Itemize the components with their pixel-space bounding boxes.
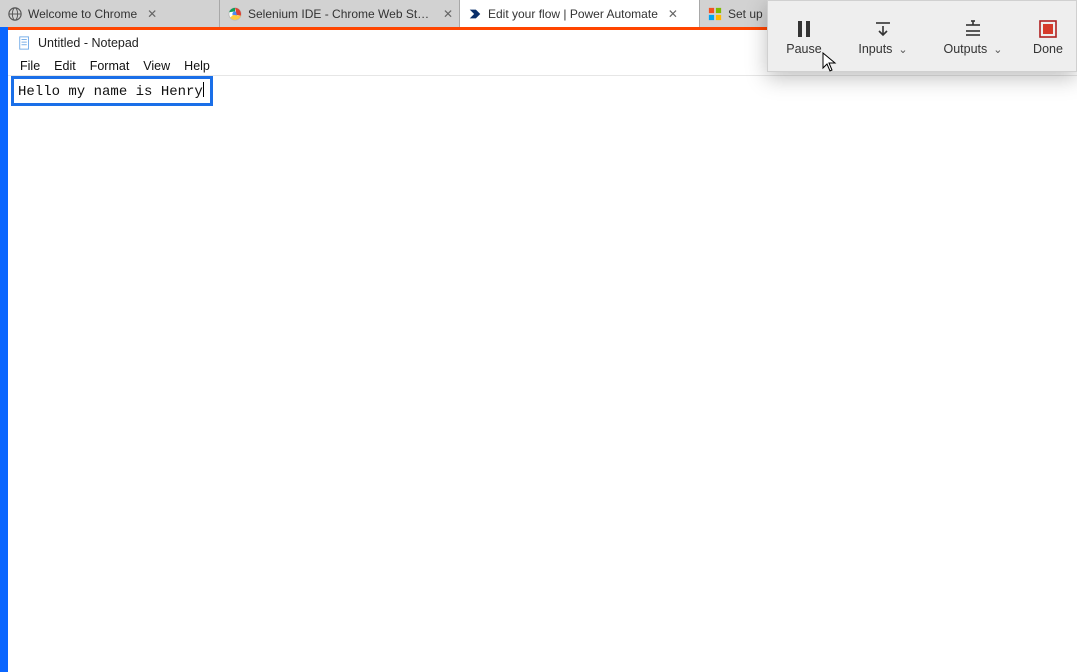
menu-edit[interactable]: Edit <box>48 59 82 73</box>
inputs-icon <box>872 16 894 42</box>
desktop-background-sliver <box>0 27 8 672</box>
chevron-down-icon[interactable]: ⌄ <box>993 43 1002 56</box>
close-icon[interactable]: ✕ <box>668 8 678 20</box>
chrome-icon <box>228 7 242 21</box>
tab-title: Welcome to Chrome <box>28 7 137 21</box>
tab-title: Selenium IDE - Chrome Web Sto… <box>248 7 433 21</box>
close-icon[interactable]: ✕ <box>147 8 157 20</box>
stop-icon <box>1039 16 1057 42</box>
close-icon[interactable]: ✕ <box>443 8 453 20</box>
pause-label: Pause <box>786 42 821 56</box>
outputs-label: Outputs <box>944 42 988 56</box>
menu-help[interactable]: Help <box>178 59 216 73</box>
tab-welcome-chrome[interactable]: Welcome to Chrome ✕ <box>0 0 220 27</box>
window-title: Untitled - Notepad <box>38 36 139 50</box>
outputs-button[interactable]: Outputs ⌄ <box>926 1 1020 71</box>
recorder-text-highlight: Hello my name is Henry <box>11 76 213 106</box>
tab-title: Set up <box>728 7 763 21</box>
pause-icon <box>796 16 812 42</box>
done-label: Done <box>1033 42 1063 56</box>
menu-file[interactable]: File <box>14 59 46 73</box>
tab-power-automate[interactable]: Edit your flow | Power Automate ✕ <box>460 0 700 27</box>
pause-button[interactable]: Pause <box>768 1 840 71</box>
notepad-icon <box>18 36 32 50</box>
notepad-window: Untitled - Notepad File Edit Format View… <box>8 30 1077 672</box>
notepad-text-area[interactable]: Hello my name is Henry <box>8 76 1077 672</box>
inputs-label: Inputs <box>858 42 892 56</box>
microsoft-icon <box>708 7 722 21</box>
tab-selenium-ide[interactable]: Selenium IDE - Chrome Web Sto… ✕ <box>220 0 460 27</box>
desktop-recorder-toolbar[interactable]: Pause Inputs ⌄ Outputs ⌄ Done <box>767 0 1077 72</box>
text-caret <box>203 82 204 97</box>
done-button[interactable]: Done <box>1020 1 1076 71</box>
menu-view[interactable]: View <box>137 59 176 73</box>
outputs-icon <box>962 16 984 42</box>
tab-title: Edit your flow | Power Automate <box>488 7 658 21</box>
typed-text: Hello my name is Henry <box>18 84 203 100</box>
globe-icon <box>8 7 22 21</box>
chevron-down-icon[interactable]: ⌄ <box>898 43 907 56</box>
inputs-button[interactable]: Inputs ⌄ <box>840 1 926 71</box>
menu-format[interactable]: Format <box>84 59 136 73</box>
power-automate-icon <box>468 7 482 21</box>
